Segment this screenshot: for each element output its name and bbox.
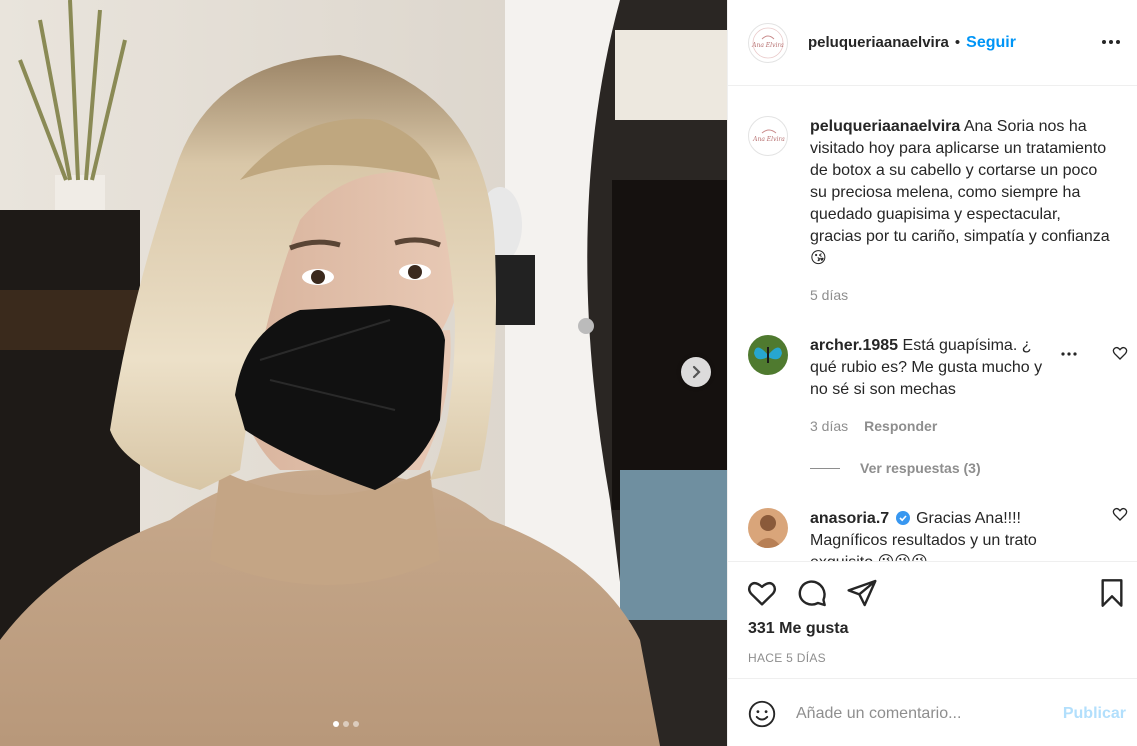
caption-text: Ana Soria nos ha visitado hoy para aplic… <box>810 118 1110 267</box>
svg-text:Ana Elvira: Ana Elvira <box>752 136 785 143</box>
butterfly-avatar-image <box>748 335 788 375</box>
commenter-avatar[interactable] <box>748 508 788 548</box>
view-replies-button[interactable]: Ver respuestas (3) <box>810 460 981 476</box>
comment-icon[interactable] <box>796 577 828 609</box>
header-separator: • <box>954 34 961 51</box>
post-timestamp[interactable]: HACE 5 DÍAS <box>748 651 826 665</box>
publish-button[interactable]: Publicar <box>1063 705 1126 723</box>
comment-username[interactable]: archer.1985 <box>810 337 898 354</box>
person-avatar-image <box>748 508 788 548</box>
share-icon[interactable] <box>846 577 878 609</box>
commenter-avatar[interactable] <box>748 335 788 375</box>
comment-options-icon[interactable] <box>1060 351 1078 357</box>
chevron-right-icon <box>692 365 701 379</box>
carousel-dot <box>333 721 339 727</box>
salon-logo-icon: Ana Elvira <box>752 129 785 143</box>
carousel-dot <box>343 721 349 727</box>
likes-count[interactable]: 331 Me gusta <box>748 620 848 638</box>
account-avatar[interactable]: Ana Elvira <box>748 22 788 63</box>
like-comment-icon[interactable] <box>1112 506 1128 522</box>
follow-button[interactable]: Seguir <box>966 34 1016 52</box>
comment-username[interactable]: anasoria.7 <box>810 510 889 527</box>
caption-username[interactable]: peluqueriaanaelvira <box>810 118 960 135</box>
comment-input[interactable] <box>796 699 1036 729</box>
heart-icon[interactable] <box>746 577 778 609</box>
comment-meta: 3 días Responder <box>810 415 1060 437</box>
post-header: Ana Elvira peluqueriaanaelvira • Seguir <box>728 0 1137 86</box>
comment-body: archer.1985 Está guapísima. ¿ qué rubio … <box>810 335 1060 437</box>
salon-logo-icon: Ana Elvira <box>751 27 784 58</box>
carousel-indicator <box>333 721 359 727</box>
caption-avatar[interactable]: Ana Elvira <box>748 116 788 156</box>
more-options-icon[interactable] <box>1101 32 1121 52</box>
carousel-dot <box>353 721 359 727</box>
emoji-icon[interactable] <box>748 700 776 728</box>
salon-photo-image <box>0 0 727 746</box>
verified-badge-icon <box>895 511 910 525</box>
svg-text:Ana Elvira: Ana Elvira <box>751 42 784 49</box>
view-replies-label: Ver respuestas (3) <box>860 460 981 476</box>
comment-timestamp[interactable]: 3 días <box>810 415 848 437</box>
carousel-next-button[interactable] <box>681 357 711 387</box>
like-comment-icon[interactable] <box>1112 345 1128 361</box>
caption-body: peluqueriaanaelvira Ana Soria nos ha vis… <box>810 116 1110 306</box>
comments-list[interactable]: Ana Elvira peluqueriaanaelvira Ana Soria… <box>728 87 1137 561</box>
comment-body: anasoria.7 Gracias Ana!!!! Magníficos re… <box>810 508 1060 561</box>
caption-timestamp[interactable]: 5 días <box>810 284 848 306</box>
reply-button[interactable]: Responder <box>864 415 937 437</box>
header-username[interactable]: peluqueriaanaelvira <box>808 34 949 51</box>
post-actions: 331 Me gusta HACE 5 DÍAS <box>728 561 1137 678</box>
replies-divider-line <box>810 467 840 469</box>
post-sidebar: Ana Elvira peluqueriaanaelvira • Seguir … <box>727 0 1137 746</box>
save-bookmark-icon[interactable] <box>1096 577 1128 609</box>
add-comment-bar: Publicar <box>728 678 1137 746</box>
post-photo[interactable] <box>0 0 727 746</box>
caption-meta: 5 días <box>810 284 1110 306</box>
